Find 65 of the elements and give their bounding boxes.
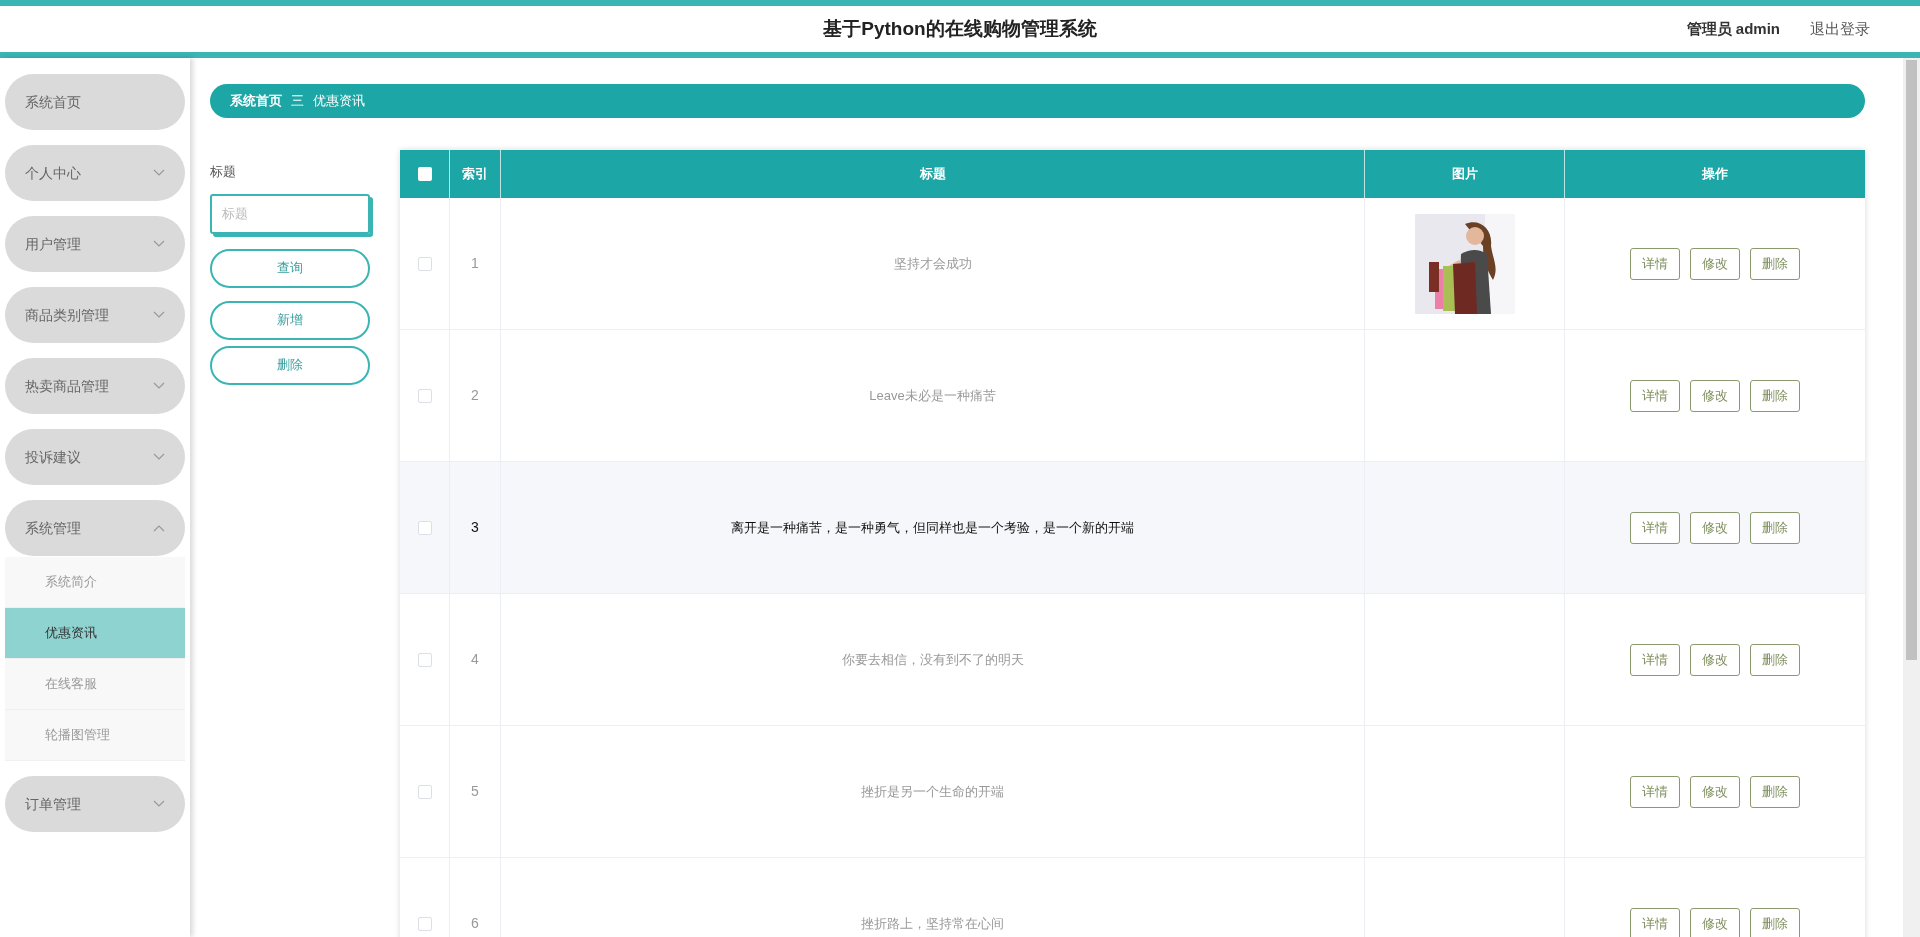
search-field[interactable]: 标题 bbox=[210, 193, 370, 234]
column-header: 操作 bbox=[1702, 165, 1728, 184]
table-cell-text: 你要去相信，没有到不了的明天 bbox=[841, 650, 1024, 669]
logout-link[interactable]: 退出登录 bbox=[1810, 17, 1870, 41]
table-row[interactable]: 6 挫折路上，坚持常在心间 详情 修改 删除 bbox=[400, 858, 1865, 937]
row-action-button[interactable]: 详情 bbox=[1630, 775, 1680, 808]
table-cell-text: 离开是一种痛苦，是一种勇气，但同样也是一个考验，是一个新的开端 bbox=[731, 518, 1134, 537]
field-label: 标题 bbox=[210, 163, 237, 181]
row-action-button[interactable]: 修改 bbox=[1690, 775, 1740, 808]
breadcrumb-link[interactable]: 系统首页 bbox=[230, 91, 282, 111]
table-cell-text: 挫折路上，坚持常在心间 bbox=[861, 914, 1004, 933]
sidebar-item[interactable]: 热卖商品管理 bbox=[5, 358, 185, 414]
table-cell-text: 1 bbox=[471, 254, 479, 273]
submenu-item[interactable]: 轮播图管理 bbox=[5, 710, 185, 761]
breadcrumb-separator: 三 bbox=[291, 92, 304, 111]
row-action-button[interactable]: 修改 bbox=[1690, 379, 1740, 412]
row-action-button[interactable]: 详情 bbox=[1630, 247, 1680, 280]
row-action-button[interactable]: 删除 bbox=[1750, 775, 1800, 808]
sidebar-item[interactable]: 用户管理 bbox=[5, 216, 185, 272]
row-checkbox[interactable] bbox=[417, 520, 432, 535]
row-checkbox[interactable] bbox=[417, 916, 432, 931]
row-action-button[interactable]: 修改 bbox=[1690, 247, 1740, 280]
table-cell-text: 5 bbox=[471, 782, 479, 801]
row-checkbox[interactable] bbox=[417, 256, 432, 271]
row-action-button[interactable]: 修改 bbox=[1690, 511, 1740, 544]
row-action-button[interactable]: 修改 bbox=[1690, 907, 1740, 937]
table-cell-text: 3 bbox=[471, 518, 479, 537]
table-cell-text: 2 bbox=[471, 386, 479, 405]
row-action-button[interactable]: 详情 bbox=[1630, 907, 1680, 937]
submenu-item[interactable]: 优惠资讯 bbox=[5, 608, 185, 659]
row-action-button[interactable]: 删除 bbox=[1750, 379, 1800, 412]
breadcrumb-link[interactable]: 优惠资讯 bbox=[313, 91, 365, 111]
row-action-button[interactable]: 删除 bbox=[1750, 643, 1800, 676]
select-all-checkbox[interactable] bbox=[417, 167, 432, 181]
sidebar-item[interactable]: 系统首页 bbox=[5, 74, 185, 130]
row-action-button[interactable]: 删除 bbox=[1750, 907, 1800, 937]
row-checkbox[interactable] bbox=[417, 388, 432, 403]
filter-button[interactable]: 查询 bbox=[210, 248, 370, 288]
row-action-button[interactable]: 详情 bbox=[1630, 511, 1680, 544]
row-checkbox[interactable] bbox=[417, 652, 432, 667]
user-label: 管理员 admin bbox=[1686, 18, 1780, 39]
sidebar-item[interactable]: 个人中心 bbox=[5, 145, 185, 201]
column-header: 标题 bbox=[919, 165, 946, 184]
submenu-item[interactable]: 在线客服 bbox=[5, 659, 185, 710]
sidebar-item[interactable]: 投诉建议 bbox=[5, 429, 185, 485]
row-action-button[interactable]: 删除 bbox=[1750, 247, 1800, 280]
row-action-button[interactable]: 详情 bbox=[1630, 379, 1680, 412]
app-title: 基于Python的在线购物管理系统 bbox=[823, 17, 1097, 39]
table-cell-text: 6 bbox=[471, 914, 479, 933]
sidebar-item[interactable]: 商品类别管理 bbox=[5, 287, 185, 343]
column-header: 索引 bbox=[462, 165, 488, 184]
table-row[interactable]: 3 离开是一种痛苦，是一种勇气，但同样也是一个考验，是一个新的开端 详情 修改 删除 bbox=[400, 462, 1865, 594]
filter-button[interactable]: 删除 bbox=[210, 345, 370, 385]
table-row[interactable]: 1 坚持才会成功 详情 修改 删除 bbox=[400, 198, 1865, 330]
row-action-button[interactable]: 修改 bbox=[1690, 643, 1740, 676]
sidebar-item[interactable]: 订单管理 bbox=[5, 776, 185, 832]
table-row[interactable]: 4 你要去相信，没有到不了的明天 详情 修改 删除 bbox=[400, 594, 1865, 726]
table-cell-text: 4 bbox=[471, 650, 479, 669]
filter-button[interactable]: 新增 bbox=[210, 300, 370, 340]
row-action-button[interactable]: 详情 bbox=[1630, 643, 1680, 676]
table-cell-text: 坚持才会成功 bbox=[893, 254, 972, 273]
column-header: 图片 bbox=[1451, 165, 1478, 184]
row-checkbox[interactable] bbox=[417, 784, 432, 799]
sidebar-item[interactable]: 系统管理 bbox=[5, 500, 185, 556]
row-action-button[interactable]: 删除 bbox=[1750, 511, 1800, 544]
